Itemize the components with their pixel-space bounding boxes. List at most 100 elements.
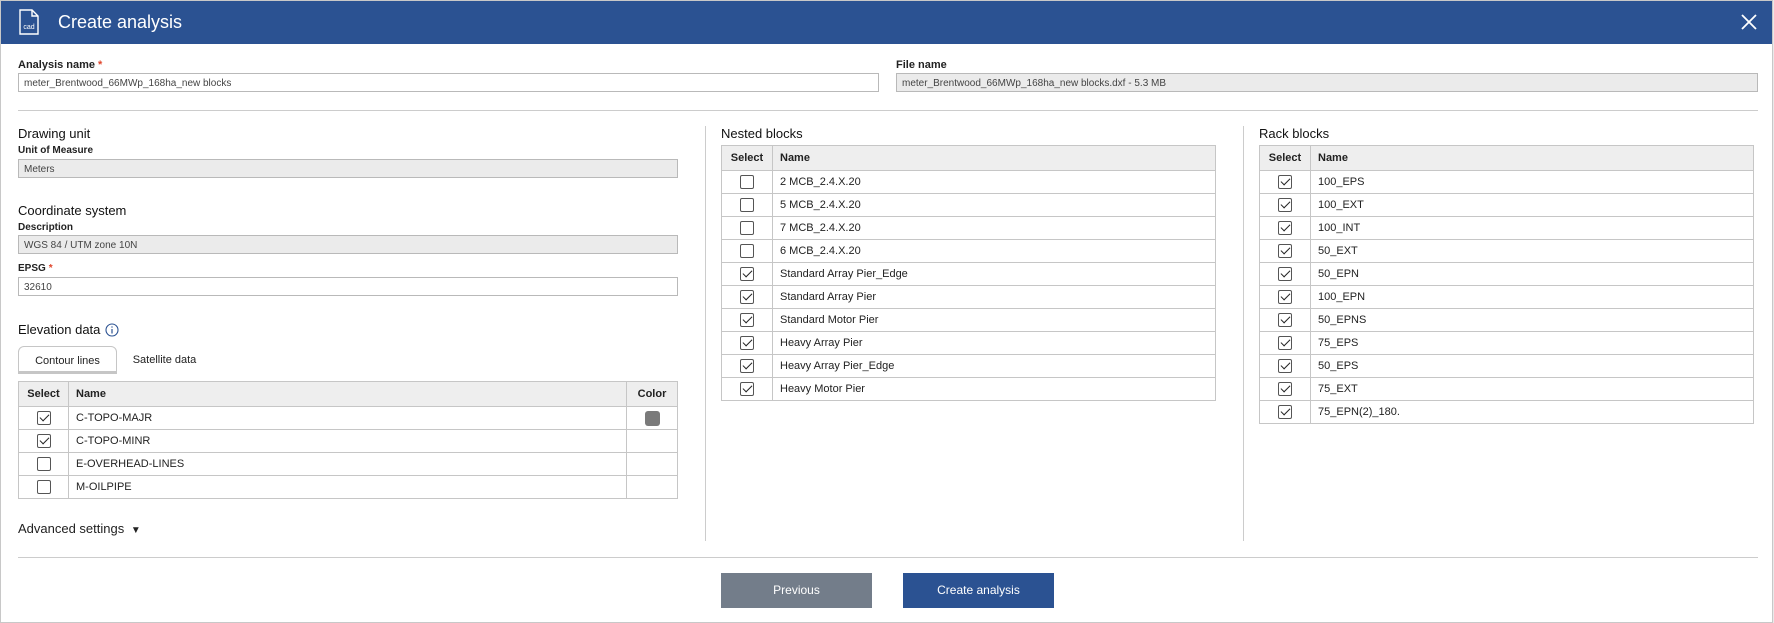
select-cell [1259,377,1311,401]
table-row: C-TOPO-MINR [18,429,678,453]
advanced-settings-label: Advanced settings [18,521,125,536]
row-name: Standard Motor Pier [772,308,1216,332]
row-checkbox[interactable] [1278,290,1292,304]
info-icon[interactable] [105,323,119,337]
select-cell [721,331,773,355]
row-checkbox[interactable] [740,198,754,212]
row-name: Standard Array Pier_Edge [772,262,1216,286]
row-checkbox[interactable] [740,290,754,304]
row-checkbox[interactable] [740,313,754,327]
row-checkbox[interactable] [36,457,51,471]
select-cell [1259,262,1311,286]
row-checkbox[interactable] [1278,221,1292,235]
tab-satellite-data[interactable]: Satellite data [117,346,212,374]
select-cell [1259,331,1311,355]
row-checkbox[interactable] [740,359,754,373]
select-cell [721,308,773,332]
select-cell [721,285,773,309]
column-header-name: Name [68,381,627,407]
row-checkbox[interactable] [1278,359,1292,373]
top-divider [18,110,1758,111]
close-icon[interactable] [1740,13,1758,31]
tab-contour-lines[interactable]: Contour lines [18,346,117,374]
epsg-label: EPSG * [18,263,53,274]
table-row: Standard Array Pier [721,285,1216,309]
row-checkbox[interactable] [740,382,754,396]
row-name: 75_EXT [1310,377,1754,401]
row-checkbox[interactable] [36,434,51,448]
select-cell [721,193,773,217]
column-divider-right [1243,126,1244,541]
analysis-name-label: Analysis name * [18,59,102,71]
select-cell [721,377,773,401]
epsg-label-text: EPSG [18,263,46,274]
required-marker: * [48,263,53,274]
rack-blocks-heading: Rack blocks [1259,126,1330,141]
table-row: M-OILPIPE [18,475,678,499]
select-cell [721,170,773,194]
column-header-select: Select [721,145,773,171]
select-cell [721,262,773,286]
create-analysis-dialog: cad Create analysis Analysis name * meter… [0,0,1773,623]
select-cell [1259,354,1311,378]
row-checkbox[interactable] [740,221,754,235]
table-row: E-OVERHEAD-LINES [18,452,678,476]
row-checkbox[interactable] [1278,405,1292,419]
color-cell [626,475,678,499]
analysis-name-input[interactable]: meter_Brentwood_66MWp_168ha_new blocks [18,73,879,92]
coordinate-description-field: WGS 84 / UTM zone 10N [18,235,678,254]
nested-blocks-heading: Nested blocks [721,126,803,141]
row-name: 100_EPS [1310,170,1754,194]
unit-of-measure-label: Unit of Measure [18,145,94,156]
file-name-label: File name [896,59,947,71]
row-name: Heavy Array Pier [772,331,1216,355]
advanced-settings-toggle[interactable]: Advanced settings ▼ [18,521,141,536]
row-name: 75_EPS [1310,331,1754,355]
row-name: 5 MCB_2.4.X.20 [772,193,1216,217]
row-checkbox[interactable] [740,267,754,281]
color-swatch[interactable] [644,410,660,426]
cad-file-icon: cad [19,9,39,35]
select-cell [18,475,69,499]
select-cell [18,452,69,476]
table-row: 50_EPS [1259,354,1754,378]
row-checkbox[interactable] [740,336,754,350]
row-checkbox[interactable] [1278,313,1292,327]
row-name: Standard Array Pier [772,285,1216,309]
table-row: 75_EPN(2)_180. [1259,400,1754,424]
row-checkbox[interactable] [36,480,51,494]
select-cell [18,429,69,453]
row-checkbox[interactable] [740,244,754,258]
dialog-titlebar: cad Create analysis [1,1,1772,44]
row-checkbox[interactable] [1278,336,1292,350]
row-checkbox[interactable] [740,175,754,189]
table-row: Heavy Array Pier_Edge [721,354,1216,378]
row-name: 50_EPNS [1310,308,1754,332]
table-row: Standard Motor Pier [721,308,1216,332]
table-row: 75_EPS [1259,331,1754,355]
previous-button[interactable]: Previous [721,573,872,608]
row-checkbox[interactable] [1278,382,1292,396]
rack-blocks-table: Select Name 100_EPS 100_EXT 100_INT 50_EXT 5… [1259,145,1754,424]
row-checkbox[interactable] [1278,198,1292,212]
column-header-select: Select [1259,145,1311,171]
bottom-divider [18,557,1758,558]
epsg-input[interactable]: 32610 [18,277,678,296]
row-name: 7 MCB_2.4.X.20 [772,216,1216,240]
column-header-color: Color [626,381,678,407]
column-header-name: Name [772,145,1216,171]
row-checkbox[interactable] [1278,175,1292,189]
row-name: 6 MCB_2.4.X.20 [772,239,1216,263]
analysis-name-label-text: Analysis name [18,59,96,71]
create-analysis-button[interactable]: Create analysis [903,573,1054,608]
unit-of-measure-field: Meters [18,159,678,178]
select-cell [1259,308,1311,332]
row-checkbox[interactable] [1278,244,1292,258]
row-checkbox[interactable] [1278,267,1292,281]
select-cell [721,216,773,240]
coordinate-system-heading: Coordinate system [18,203,127,218]
row-checkbox[interactable] [36,411,51,425]
select-cell [1259,239,1311,263]
table-header-row: Select Name Color [18,381,678,407]
table-row: 100_EPN [1259,285,1754,309]
